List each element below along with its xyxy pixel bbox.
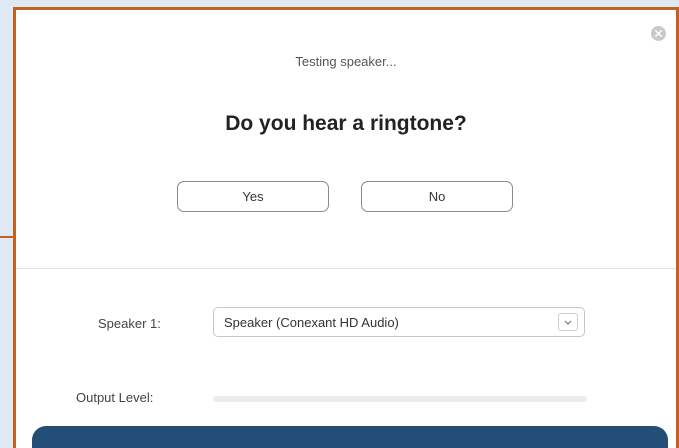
testing-status-text: Testing speaker... bbox=[295, 54, 397, 69]
highlight-frame: Testing speaker... Do you hear a rington… bbox=[13, 7, 679, 448]
output-level-label: Output Level: bbox=[76, 390, 154, 405]
yes-button[interactable]: Yes bbox=[177, 181, 329, 212]
no-button[interactable]: No bbox=[361, 181, 513, 212]
speaker-select[interactable]: Speaker (Conexant HD Audio) bbox=[213, 307, 585, 337]
tooltip-banner bbox=[32, 426, 668, 448]
close-button[interactable] bbox=[651, 26, 666, 41]
speaker-selected-value: Speaker (Conexant HD Audio) bbox=[224, 314, 399, 330]
output-level-meter bbox=[213, 396, 587, 402]
speaker-label: Speaker 1: bbox=[98, 316, 161, 331]
chevron-down-icon bbox=[558, 313, 578, 331]
section-divider bbox=[16, 268, 676, 269]
speaker-test-dialog: Testing speaker... Do you hear a rington… bbox=[16, 10, 676, 448]
ringtone-question: Do you hear a ringtone? bbox=[225, 112, 467, 135]
close-icon bbox=[655, 30, 662, 37]
